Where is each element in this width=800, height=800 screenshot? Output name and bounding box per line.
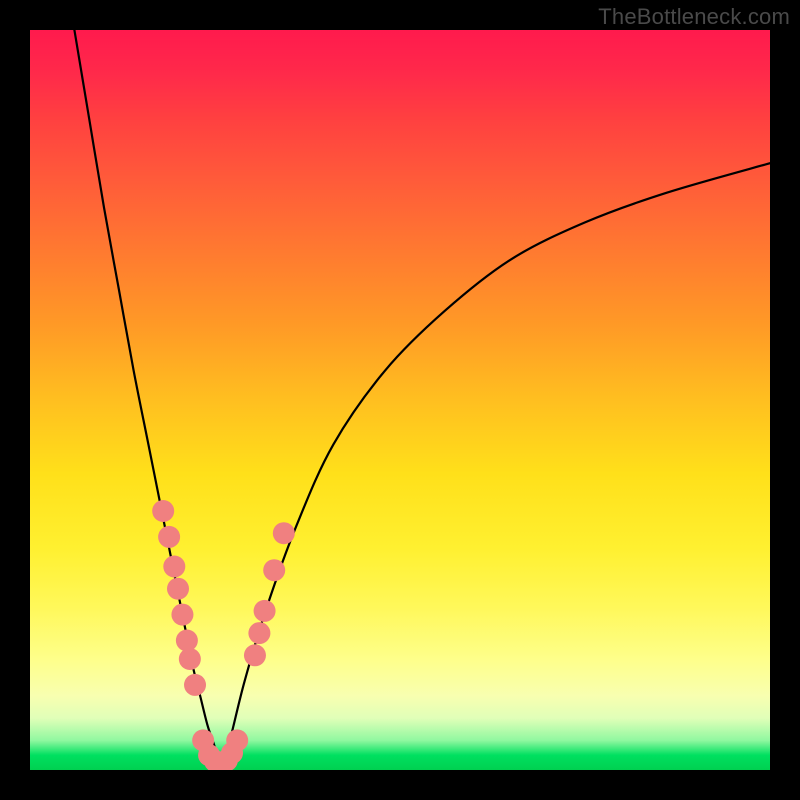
sample-point [167,578,189,600]
sample-point [163,556,185,578]
sample-point [152,500,174,522]
sample-point [184,674,206,696]
sample-point [273,522,295,544]
sample-point [254,600,276,622]
plot-area [30,30,770,770]
watermark-text: TheBottleneck.com [598,4,790,30]
chart-container: TheBottleneck.com [0,0,800,800]
curve-layer [30,30,770,770]
sample-point [176,630,198,652]
sample-point [226,729,248,751]
sample-point [244,644,266,666]
right-bottleneck-curve [220,163,770,770]
sample-point [158,526,180,548]
sample-points-group [152,500,295,770]
sample-point [248,622,270,644]
sample-point [179,648,201,670]
sample-point [171,604,193,626]
sample-point [263,559,285,581]
